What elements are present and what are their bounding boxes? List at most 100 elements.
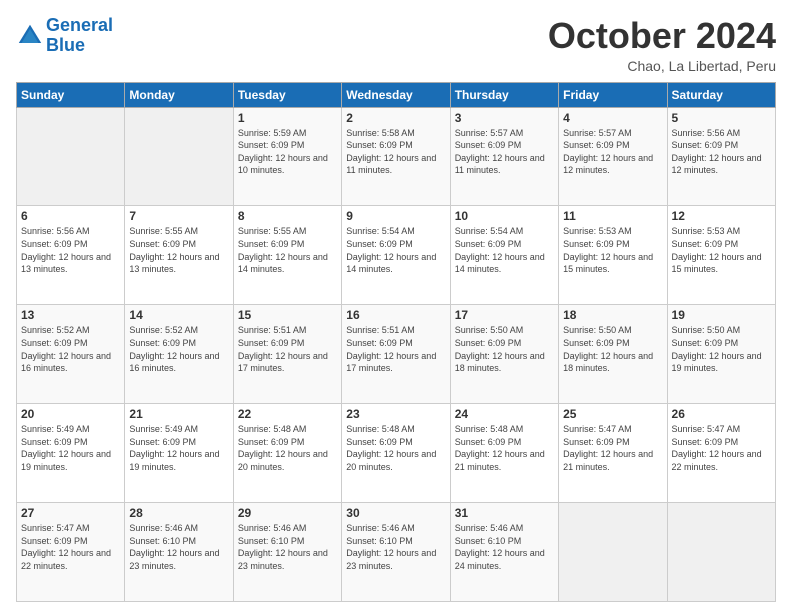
day-number-20: 20 <box>21 407 120 421</box>
cell-1-5: 11 Sunrise: 5:53 AMSunset: 6:09 PMDayligh… <box>559 206 667 305</box>
day-info-11: Sunrise: 5:53 AMSunset: 6:09 PMDaylight:… <box>563 225 662 275</box>
day-info-24: Sunrise: 5:48 AMSunset: 6:09 PMDaylight:… <box>455 423 554 473</box>
week-row-1: 6 Sunrise: 5:56 AMSunset: 6:09 PMDaylight… <box>17 206 776 305</box>
header: General Blue October 2024 Chao, La Liber… <box>16 16 776 74</box>
page: General Blue October 2024 Chao, La Liber… <box>0 0 792 612</box>
day-number-25: 25 <box>563 407 662 421</box>
day-number-7: 7 <box>129 209 228 223</box>
cell-3-3: 23 Sunrise: 5:48 AMSunset: 6:09 PMDayligh… <box>342 404 450 503</box>
day-number-16: 16 <box>346 308 445 322</box>
day-number-22: 22 <box>238 407 337 421</box>
cell-1-6: 12Sunrise: 5:53 AMSunset: 6:09 PMDayligh… <box>667 206 775 305</box>
day-info-15: Sunrise: 5:51 AMSunset: 6:09 PMDaylight:… <box>238 324 337 374</box>
cell-4-0: 27 Sunrise: 5:47 AMSunset: 6:09 PMDayligh… <box>17 503 125 602</box>
cell-4-5 <box>559 503 667 602</box>
day-info-20: Sunrise: 5:49 AMSunset: 6:09 PMDaylight:… <box>21 423 120 473</box>
col-monday: Monday <box>125 82 233 107</box>
day-info-22: Sunrise: 5:48 AMSunset: 6:09 PMDaylight:… <box>238 423 337 473</box>
day-info-21: Sunrise: 5:49 AMSunset: 6:09 PMDaylight:… <box>129 423 228 473</box>
day-info-14: Sunrise: 5:52 AMSunset: 6:09 PMDaylight:… <box>129 324 228 374</box>
day-number-9: 9 <box>346 209 445 223</box>
cell-1-2: 8Sunrise: 5:55 AMSunset: 6:09 PMDaylight… <box>233 206 341 305</box>
col-wednesday: Wednesday <box>342 82 450 107</box>
cell-1-4: 10 Sunrise: 5:54 AMSunset: 6:09 PMDayligh… <box>450 206 558 305</box>
day-info-7: Sunrise: 5:55 AMSunset: 6:09 PMDaylight:… <box>129 225 228 275</box>
day-info-8: Sunrise: 5:55 AMSunset: 6:09 PMDaylight:… <box>238 225 337 275</box>
cell-2-3: 16 Sunrise: 5:51 AMSunset: 6:09 PMDayligh… <box>342 305 450 404</box>
week-row-2: 13Sunrise: 5:52 AMSunset: 6:09 PMDayligh… <box>17 305 776 404</box>
day-number-18: 18 <box>563 308 662 322</box>
cell-0-4: 3 Sunrise: 5:57 AMSunset: 6:09 PMDaylight… <box>450 107 558 206</box>
day-info-3: Sunrise: 5:57 AMSunset: 6:09 PMDaylight:… <box>455 127 554 177</box>
cell-4-4: 31Sunrise: 5:46 AMSunset: 6:10 PMDayligh… <box>450 503 558 602</box>
calendar-table: Sunday Monday Tuesday Wednesday Thursday… <box>16 82 776 602</box>
col-friday: Friday <box>559 82 667 107</box>
day-info-16: Sunrise: 5:51 AMSunset: 6:09 PMDaylight:… <box>346 324 445 374</box>
cell-4-6 <box>667 503 775 602</box>
cell-0-6: 5Sunrise: 5:56 AMSunset: 6:09 PMDaylight… <box>667 107 775 206</box>
day-info-26: Sunrise: 5:47 AMSunset: 6:09 PMDaylight:… <box>672 423 771 473</box>
cell-1-3: 9 Sunrise: 5:54 AMSunset: 6:09 PMDaylight… <box>342 206 450 305</box>
day-number-21: 21 <box>129 407 228 421</box>
day-number-27: 27 <box>21 506 120 520</box>
day-number-24: 24 <box>455 407 554 421</box>
cell-2-1: 14 Sunrise: 5:52 AMSunset: 6:09 PMDayligh… <box>125 305 233 404</box>
day-info-28: Sunrise: 5:46 AMSunset: 6:10 PMDaylight:… <box>129 522 228 572</box>
day-info-29: Sunrise: 5:46 AMSunset: 6:10 PMDaylight:… <box>238 522 337 572</box>
day-info-23: Sunrise: 5:48 AMSunset: 6:09 PMDaylight:… <box>346 423 445 473</box>
col-saturday: Saturday <box>667 82 775 107</box>
day-info-9: Sunrise: 5:54 AMSunset: 6:09 PMDaylight:… <box>346 225 445 275</box>
day-number-10: 10 <box>455 209 554 223</box>
cell-0-3: 2 Sunrise: 5:58 AMSunset: 6:09 PMDaylight… <box>342 107 450 206</box>
cell-2-0: 13Sunrise: 5:52 AMSunset: 6:09 PMDayligh… <box>17 305 125 404</box>
col-tuesday: Tuesday <box>233 82 341 107</box>
day-number-17: 17 <box>455 308 554 322</box>
day-number-3: 3 <box>455 111 554 125</box>
day-info-13: Sunrise: 5:52 AMSunset: 6:09 PMDaylight:… <box>21 324 120 374</box>
cell-3-2: 22 Sunrise: 5:48 AMSunset: 6:09 PMDayligh… <box>233 404 341 503</box>
col-sunday: Sunday <box>17 82 125 107</box>
day-number-23: 23 <box>346 407 445 421</box>
cell-3-4: 24 Sunrise: 5:48 AMSunset: 6:09 PMDayligh… <box>450 404 558 503</box>
day-number-29: 29 <box>238 506 337 520</box>
title-block: October 2024 Chao, La Libertad, Peru <box>548 16 776 74</box>
day-info-5: Sunrise: 5:56 AMSunset: 6:09 PMDaylight:… <box>672 127 771 177</box>
day-number-2: 2 <box>346 111 445 125</box>
day-info-6: Sunrise: 5:56 AMSunset: 6:09 PMDaylight:… <box>21 225 120 275</box>
day-info-18: Sunrise: 5:50 AMSunset: 6:09 PMDaylight:… <box>563 324 662 374</box>
cell-1-1: 7 Sunrise: 5:55 AMSunset: 6:09 PMDaylight… <box>125 206 233 305</box>
day-info-17: Sunrise: 5:50 AMSunset: 6:09 PMDaylight:… <box>455 324 554 374</box>
cell-1-0: 6 Sunrise: 5:56 AMSunset: 6:09 PMDaylight… <box>17 206 125 305</box>
cell-2-5: 18 Sunrise: 5:50 AMSunset: 6:09 PMDayligh… <box>559 305 667 404</box>
week-row-4: 27 Sunrise: 5:47 AMSunset: 6:09 PMDayligh… <box>17 503 776 602</box>
day-info-4: Sunrise: 5:57 AMSunset: 6:09 PMDaylight:… <box>563 127 662 177</box>
cell-3-0: 20 Sunrise: 5:49 AMSunset: 6:09 PMDayligh… <box>17 404 125 503</box>
day-number-4: 4 <box>563 111 662 125</box>
day-info-25: Sunrise: 5:47 AMSunset: 6:09 PMDaylight:… <box>563 423 662 473</box>
logo-text2: Blue <box>46 36 113 56</box>
day-number-30: 30 <box>346 506 445 520</box>
day-number-28: 28 <box>129 506 228 520</box>
cell-4-2: 29 Sunrise: 5:46 AMSunset: 6:10 PMDayligh… <box>233 503 341 602</box>
cell-0-1 <box>125 107 233 206</box>
logo-text: General <box>46 16 113 36</box>
day-number-31: 31 <box>455 506 554 520</box>
day-number-6: 6 <box>21 209 120 223</box>
cell-4-1: 28 Sunrise: 5:46 AMSunset: 6:10 PMDayligh… <box>125 503 233 602</box>
cell-0-5: 4 Sunrise: 5:57 AMSunset: 6:09 PMDaylight… <box>559 107 667 206</box>
day-info-1: Sunrise: 5:59 AMSunset: 6:09 PMDaylight:… <box>238 127 337 177</box>
cell-3-5: 25 Sunrise: 5:47 AMSunset: 6:09 PMDayligh… <box>559 404 667 503</box>
day-info-19: Sunrise: 5:50 AMSunset: 6:09 PMDaylight:… <box>672 324 771 374</box>
day-number-11: 11 <box>563 209 662 223</box>
cell-2-2: 15Sunrise: 5:51 AMSunset: 6:09 PMDayligh… <box>233 305 341 404</box>
week-row-3: 20 Sunrise: 5:49 AMSunset: 6:09 PMDayligh… <box>17 404 776 503</box>
day-info-27: Sunrise: 5:47 AMSunset: 6:09 PMDaylight:… <box>21 522 120 572</box>
day-number-14: 14 <box>129 308 228 322</box>
day-info-12: Sunrise: 5:53 AMSunset: 6:09 PMDaylight:… <box>672 225 771 275</box>
cell-4-3: 30Sunrise: 5:46 AMSunset: 6:10 PMDayligh… <box>342 503 450 602</box>
day-number-26: 26 <box>672 407 771 421</box>
cell-3-6: 26 Sunrise: 5:47 AMSunset: 6:09 PMDayligh… <box>667 404 775 503</box>
cell-0-0 <box>17 107 125 206</box>
day-info-10: Sunrise: 5:54 AMSunset: 6:09 PMDaylight:… <box>455 225 554 275</box>
day-info-2: Sunrise: 5:58 AMSunset: 6:09 PMDaylight:… <box>346 127 445 177</box>
